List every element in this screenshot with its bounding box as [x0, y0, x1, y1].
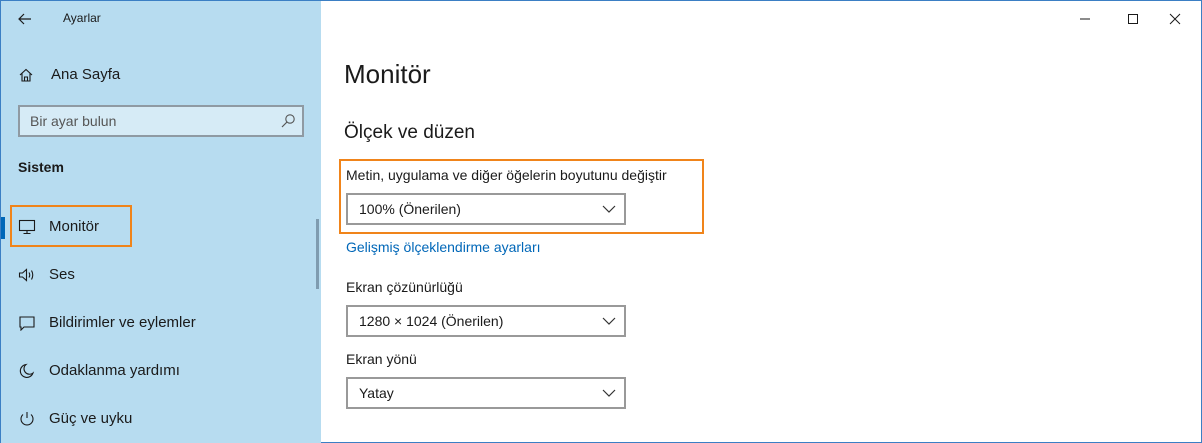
- sidebar-item-notifications[interactable]: Bildirimler ve eylemler: [1, 301, 321, 345]
- close-button[interactable]: [1153, 5, 1197, 33]
- notification-icon: [19, 316, 35, 331]
- sidebar-item-label: Odaklanma yardımı: [49, 362, 180, 379]
- back-arrow-icon: [18, 13, 31, 25]
- chevron-down-icon: [602, 317, 616, 325]
- sidebar-scrollbar[interactable]: [316, 219, 319, 289]
- moon-icon: [19, 363, 35, 378]
- chevron-down-icon: [602, 389, 616, 397]
- sidebar-item-sound[interactable]: Ses: [1, 253, 321, 297]
- scale-dropdown[interactable]: 100% (Önerilen): [346, 193, 626, 225]
- sidebar-item-label: Güç ve uyku: [49, 410, 133, 427]
- active-indicator: [1, 217, 5, 239]
- sidebar-item-home[interactable]: Ana Sayfa: [1, 59, 321, 91]
- scale-value: 100% (Önerilen): [359, 201, 461, 217]
- maximize-icon: [1128, 14, 1138, 24]
- settings-window: Ayarlar Ana Sayfa Sistem Monitör: [0, 0, 1202, 443]
- speaker-icon: [18, 268, 34, 282]
- orientation-label: Ekran yönü: [346, 351, 417, 367]
- orientation-value: Yatay: [359, 385, 394, 401]
- search-box[interactable]: [18, 105, 304, 137]
- sidebar-item-focus-assist[interactable]: Odaklanma yardımı: [1, 349, 321, 393]
- sidebar-item-label: Bildirimler ve eylemler: [49, 314, 196, 331]
- home-icon: [19, 68, 33, 82]
- maximize-button[interactable]: [1111, 5, 1155, 33]
- page-title: Monitör: [344, 59, 431, 89]
- resolution-value: 1280 × 1024 (Önerilen): [359, 313, 504, 329]
- search-input[interactable]: [20, 107, 270, 135]
- advanced-scaling-link[interactable]: Gelişmiş ölçeklendirme ayarları: [346, 239, 541, 255]
- resolution-dropdown[interactable]: 1280 × 1024 (Önerilen): [346, 305, 626, 337]
- sidebar-item-label: Ana Sayfa: [51, 66, 121, 83]
- orientation-dropdown[interactable]: Yatay: [346, 377, 626, 409]
- resolution-label: Ekran çözünürlüğü: [346, 279, 463, 295]
- monitor-highlight: [10, 205, 132, 247]
- power-icon: [20, 412, 34, 426]
- section-heading: Sistem: [18, 159, 64, 175]
- minimize-icon: [1080, 18, 1090, 20]
- search-icon[interactable]: [280, 113, 296, 129]
- minimize-button[interactable]: [1063, 5, 1107, 33]
- sidebar: Ayarlar Ana Sayfa Sistem Monitör: [1, 1, 321, 443]
- scale-label: Metin, uygulama ve diğer öğelerin boyutu…: [346, 167, 667, 183]
- close-icon: [1169, 13, 1181, 25]
- sidebar-item-label: Ses: [49, 266, 75, 283]
- chevron-down-icon: [602, 205, 616, 213]
- section-heading-scale-layout: Ölçek ve düzen: [344, 122, 475, 143]
- sidebar-item-power[interactable]: Güç ve uyku: [1, 397, 321, 441]
- app-title: Ayarlar: [63, 11, 101, 25]
- back-button[interactable]: [13, 7, 37, 31]
